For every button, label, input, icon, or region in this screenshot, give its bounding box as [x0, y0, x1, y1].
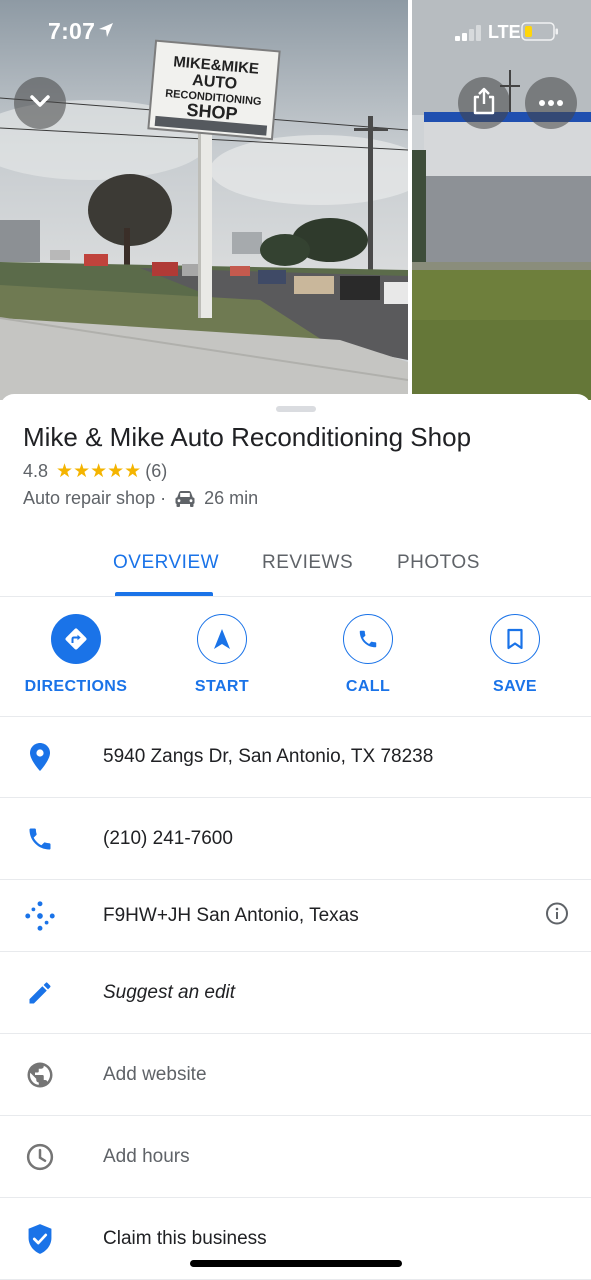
add-hours-row[interactable]: Add hours — [0, 1116, 591, 1198]
more-horizontal-icon — [538, 94, 564, 112]
claim-business-text: Claim this business — [103, 1227, 267, 1249]
directions-button[interactable]: DIRECTIONS — [1, 614, 151, 696]
add-website-row[interactable]: Add website — [0, 1034, 591, 1116]
star-rating-icon: ★★★★★ — [56, 461, 142, 482]
claim-business-row[interactable]: Claim this business — [0, 1198, 591, 1280]
drive-time: 26 min — [204, 488, 259, 508]
info-icon[interactable] — [545, 901, 569, 930]
directions-icon — [51, 614, 101, 664]
phone-icon — [24, 823, 56, 855]
call-label: CALL — [345, 678, 391, 695]
location-pin-icon — [24, 741, 56, 773]
phone-text: (210) 241-7600 — [103, 827, 233, 849]
action-buttons: DIRECTIONS START CALL SAVE — [0, 597, 591, 717]
review-count: (6) — [145, 461, 168, 481]
car-icon — [174, 490, 196, 508]
address-text: 5940 Zangs Dr, San Antonio, TX 78238 — [103, 745, 434, 767]
plus-code-row[interactable]: F9HW+JH San Antonio, Texas — [0, 880, 591, 952]
directions-label: DIRECTIONS — [24, 678, 128, 695]
status-time: 7:07 — [48, 18, 96, 44]
rating-row[interactable]: 4.8 ★★★★★ (6) — [23, 460, 167, 483]
start-button[interactable]: START — [147, 614, 297, 696]
rating-value: 4.8 — [23, 461, 49, 481]
category-row: Auto repair shop · 26 min — [23, 488, 258, 509]
place-title: Mike & Mike Auto Reconditioning Shop — [23, 422, 472, 452]
plus-code-icon — [24, 900, 56, 932]
tab-reviews[interactable]: REVIEWS — [262, 552, 353, 574]
bookmark-icon — [490, 614, 540, 664]
share-button[interactable] — [458, 77, 510, 129]
phone-row[interactable]: (210) 241-7600 — [0, 798, 591, 880]
save-label: SAVE — [493, 678, 537, 695]
share-icon — [471, 87, 497, 120]
place-tabs: OVERVIEW REVIEWS PHOTOS — [0, 534, 591, 597]
collapse-button[interactable] — [14, 77, 66, 129]
suggest-edit-row[interactable]: Suggest an edit — [0, 952, 591, 1034]
suggest-edit-text: Suggest an edit — [103, 981, 236, 1003]
add-hours-text: Add hours — [103, 1145, 190, 1167]
address-row[interactable]: 5940 Zangs Dr, San Antonio, TX 78238 — [0, 716, 591, 798]
phone-icon — [343, 614, 393, 664]
chevron-down-icon — [27, 88, 53, 119]
globe-icon — [24, 1059, 56, 1091]
verified-shield-icon — [24, 1223, 56, 1255]
clock-icon — [24, 1141, 56, 1173]
sheet-drag-handle[interactable] — [276, 406, 316, 412]
tab-photos[interactable]: PHOTOS — [397, 552, 480, 574]
call-button[interactable]: CALL — [293, 614, 443, 696]
network-type: LTE — [488, 22, 521, 42]
more-options-button[interactable] — [525, 77, 577, 129]
home-indicator[interactable] — [190, 1260, 402, 1267]
pencil-icon — [24, 977, 56, 1009]
active-tab-indicator — [115, 592, 213, 596]
info-list: 5940 Zangs Dr, San Antonio, TX 78238 (21… — [0, 716, 591, 1280]
status-bar: 7:07 LTE — [0, 0, 591, 64]
place-category: Auto repair shop · — [23, 488, 167, 508]
signal-strength-icon — [455, 25, 485, 41]
place-details-sheet: Mike & Mike Auto Reconditioning Shop 4.8… — [0, 394, 591, 1280]
battery-icon — [521, 22, 559, 41]
location-arrow-icon — [98, 22, 114, 43]
navigation-arrow-icon — [197, 614, 247, 664]
start-label: START — [194, 678, 250, 695]
plus-code-text: F9HW+JH San Antonio, Texas — [103, 904, 359, 926]
add-website-text: Add website — [103, 1063, 207, 1085]
tab-overview[interactable]: OVERVIEW — [113, 552, 219, 574]
save-button[interactable]: SAVE — [440, 614, 590, 696]
